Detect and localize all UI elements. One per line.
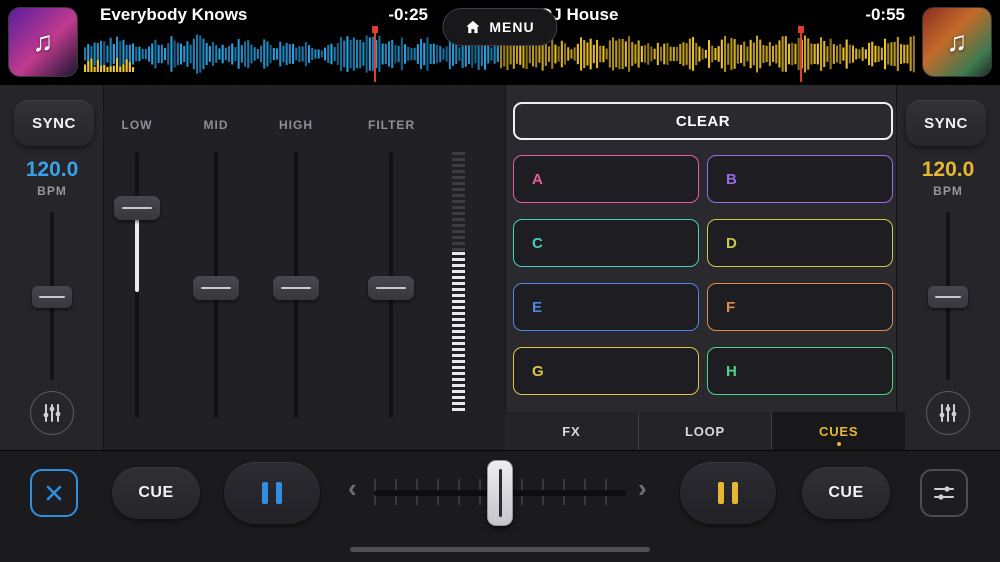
eq-label-filter: FILTER [368,118,414,132]
eq-handle-mid[interactable] [193,276,239,300]
close-icon [45,484,63,502]
cue-pad-g[interactable]: G [513,347,699,395]
pause-icon [732,482,738,504]
cue-pad-b[interactable]: B [707,155,893,203]
vu-meter-lit [452,252,465,414]
bpm-unit-right: BPM [896,184,1000,198]
cue-pad-label: H [726,363,737,380]
crossfader-handle[interactable] [487,460,513,526]
vu-meter [452,152,465,414]
exit-button[interactable] [30,469,78,517]
bpm-value-left: 120.0 [0,158,104,182]
crossfader-right-arrow-icon[interactable] [638,475,647,501]
eq-column-low: LOW [114,118,160,430]
cue-pad-h[interactable]: H [707,347,893,395]
clear-button[interactable]: CLEAR [513,102,893,140]
pause-icon [262,482,268,504]
eq-label-high: HIGH [273,118,319,132]
eq-column-mid: MID [193,118,239,430]
crossfader-left-arrow-icon[interactable] [348,475,357,501]
album-art-left[interactable] [8,7,78,77]
music-note-icon [33,26,54,58]
bpm-unit-left: BPM [0,184,104,198]
cue-pad-f[interactable]: F [707,283,893,331]
menu-button[interactable]: MENU [442,8,557,46]
playhead-left [374,26,376,82]
home-icon [465,20,480,34]
cue-pad-label: F [726,299,736,316]
cue-pad-a[interactable]: A [513,155,699,203]
play-pause-left[interactable] [224,462,320,524]
waveform-left [84,26,500,82]
eq-column-filter: FILTER [368,118,414,430]
cue-pad-label: D [726,235,737,252]
pitch-fader-handle-left[interactable] [32,286,72,308]
pause-icon [718,482,724,504]
cue-pad-label: A [532,171,543,188]
home-indicator [350,547,650,552]
bpm-value-right: 120.0 [896,158,1000,182]
deck-tools-button-right[interactable] [926,391,970,435]
cue-pads-grid: A B C D E F G H [513,155,893,395]
eq-column-high: HIGH [273,118,319,430]
vertical-sliders-icon [41,402,63,424]
pads-tabs: FX LOOP CUES [505,412,905,450]
tab-cues[interactable]: CUES [771,412,905,450]
active-tab-dot [837,442,841,446]
eq-handle-filter[interactable] [368,276,414,300]
eq-active-segment [135,218,139,292]
waveform-right [500,26,916,82]
dj-app: Everybody Knows -0:25 DJ House -0:55 MEN… [0,0,1000,562]
pitch-fader-handle-right[interactable] [928,286,968,308]
playhead-right [800,26,802,82]
sync-button-right[interactable]: SYNC [906,100,986,146]
cue-pad-d[interactable]: D [707,219,893,267]
music-note-icon [947,26,968,58]
track-time-right: -0:55 [865,5,905,25]
track-time-left: -0:25 [350,5,428,25]
sync-button-left[interactable]: SYNC [14,100,94,146]
cue-pad-label: E [532,299,543,316]
top-bar: Everybody Knows -0:25 DJ House -0:55 MEN… [0,0,1000,85]
settings-button[interactable] [920,469,968,517]
track-title-left: Everybody Knows [100,5,247,25]
pause-icon [276,482,282,504]
album-art-right[interactable] [922,7,992,77]
play-pause-right[interactable] [680,462,776,524]
eq-label-low: LOW [114,118,160,132]
horizontal-sliders-icon [932,481,956,505]
deck-tools-button-left[interactable] [30,391,74,435]
vu-meter-unlit [452,152,465,252]
transport-bar: CUE CUE [0,450,1000,562]
eq-label-mid: MID [193,118,239,132]
cue-button-right[interactable]: CUE [802,467,890,519]
cue-pad-c[interactable]: C [513,219,699,267]
cue-pad-label: G [532,363,544,380]
cue-pad-label: C [532,235,543,252]
vertical-sliders-icon [937,402,959,424]
cue-pad-e[interactable]: E [513,283,699,331]
tab-loop[interactable]: LOOP [638,412,772,450]
tab-fx[interactable]: FX [505,412,638,450]
cue-button-left[interactable]: CUE [112,467,200,519]
eq-handle-low[interactable] [114,196,160,220]
menu-label: MENU [489,19,534,35]
cue-pad-label: B [726,171,737,188]
eq-handle-high[interactable] [273,276,319,300]
